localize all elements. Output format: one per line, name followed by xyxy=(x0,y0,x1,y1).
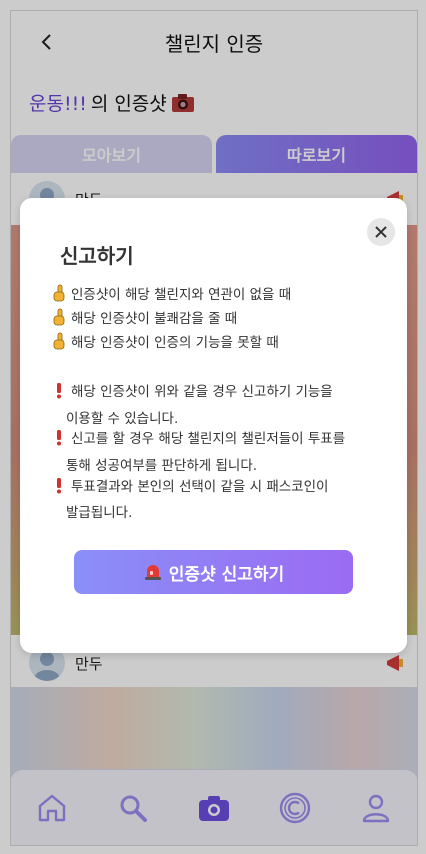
pointing-hand-icon xyxy=(53,308,65,326)
notice-text-cont: 통해 성공여부를 판단하게 됩니다. xyxy=(66,458,258,474)
exclamation-icon xyxy=(57,430,61,446)
notice-text-cont: 발급됩니다. xyxy=(66,505,133,521)
reason-item: 인증샷이 해당 챌린지와 연관이 없을 때 xyxy=(52,284,291,307)
exclamation-icon xyxy=(57,478,61,494)
reason-text: 해당 인증샷이 불쾌감을 줄 때 xyxy=(71,311,238,327)
pointing-hand-icon xyxy=(53,332,65,350)
notice-item: 해당 인증샷이 위와 같을 경우 신고하기 기능을 xyxy=(52,381,333,404)
reason-text: 해당 인증샷이 인증의 기능을 못할 때 xyxy=(71,335,279,351)
notice-item: 신고를 할 경우 해당 챌린지의 챌린저들이 투표를 xyxy=(52,428,345,451)
notice-text: 해당 인증샷이 위와 같을 경우 신고하기 기능을 xyxy=(71,384,333,400)
report-modal: 신고하기 인증샷이 해당 챌린지와 연관이 없을 때 해당 인증샷이 불쾌감을 … xyxy=(20,198,407,653)
notice-text: 신고를 할 경우 해당 챌린지의 챌린저들이 투표를 xyxy=(71,431,346,447)
exclamation-icon xyxy=(57,383,61,399)
pointing-hand-icon xyxy=(53,284,65,302)
report-button-label: 인증샷 신고하기 xyxy=(168,564,285,585)
notice-item: 투표결과와 본인의 선택이 같을 시 패스코인이 xyxy=(52,476,328,499)
close-button[interactable] xyxy=(367,218,395,246)
report-submit-button[interactable]: 인증샷 신고하기 xyxy=(74,550,353,594)
notice-text-cont: 이용할 수 있습니다. xyxy=(66,411,179,427)
modal-title: 신고하기 xyxy=(60,244,134,268)
reason-item: 해당 인증샷이 인증의 기능을 못할 때 xyxy=(52,332,279,355)
close-icon xyxy=(375,226,387,238)
reason-item: 해당 인증샷이 불쾌감을 줄 때 xyxy=(52,308,237,331)
reason-text: 인증샷이 해당 챌린지와 연관이 없을 때 xyxy=(71,287,292,303)
siren-icon xyxy=(144,565,161,580)
notice-text: 투표결과와 본인의 선택이 같을 시 패스코인이 xyxy=(71,479,329,495)
